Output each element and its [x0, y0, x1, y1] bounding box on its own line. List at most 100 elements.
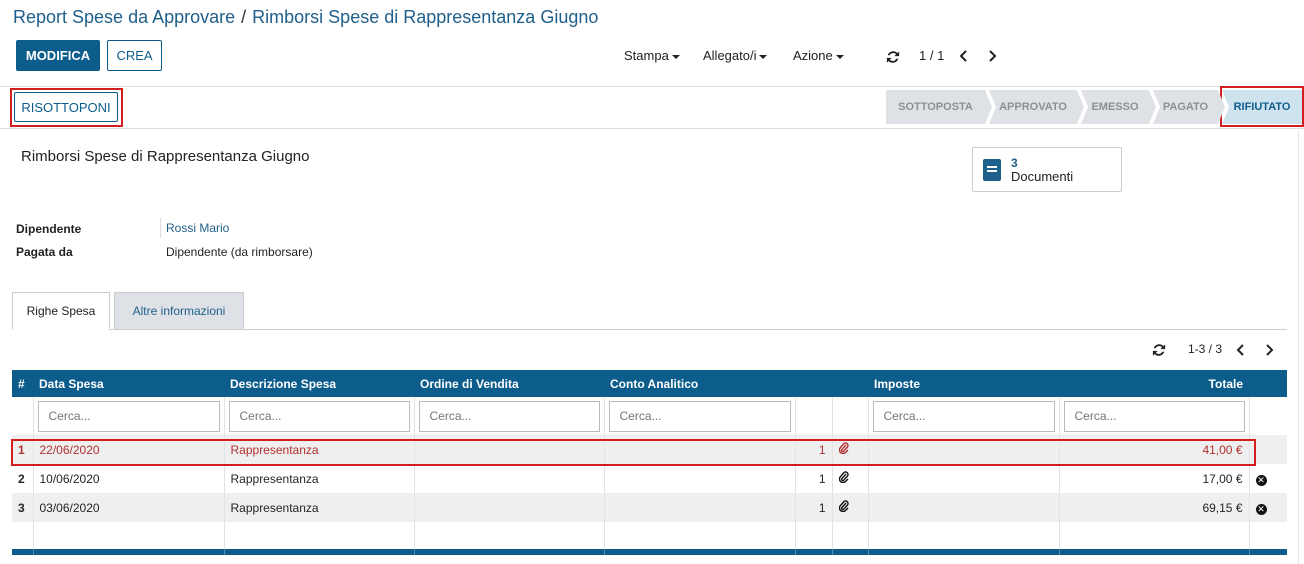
record-pager-value[interactable]: 1 / 1: [919, 48, 944, 63]
row-index: 2: [12, 464, 33, 493]
documents-smart-button[interactable]: 3 Documenti: [972, 147, 1122, 192]
table-row[interactable]: 2 10/06/2020 Rappresentanza 1 17,00 € ✕: [12, 464, 1287, 493]
stage-emesso[interactable]: EMESSO: [1081, 90, 1156, 124]
filter-cell: [223, 397, 414, 435]
row-sale-order[interactable]: [413, 435, 604, 464]
row-date[interactable]: 22/06/2020: [32, 435, 224, 464]
filter-analytic-input[interactable]: [608, 400, 791, 432]
filter-description-input[interactable]: [228, 400, 410, 432]
footer-cell: [413, 549, 604, 555]
row-actions: ✕: [1248, 493, 1287, 522]
breadcrumb-parent-link[interactable]: Report Spese da Approvare: [13, 7, 235, 27]
column-header-description[interactable]: Descrizione Spesa: [224, 370, 414, 397]
footer-cell: [1248, 549, 1287, 555]
row-attachments-count: 1: [794, 435, 832, 464]
row-date[interactable]: 10/06/2020: [32, 464, 224, 493]
row-date[interactable]: 03/06/2020: [32, 493, 224, 522]
footer-cell: [223, 549, 414, 555]
documents-count: 3: [1011, 155, 1018, 170]
paperclip-icon[interactable]: [838, 471, 849, 486]
filter-date-input[interactable]: [37, 400, 220, 432]
row-taxes[interactable]: [867, 435, 1059, 464]
action-dropdown[interactable]: Azione: [793, 48, 844, 63]
row-total[interactable]: 17,00 €: [1058, 464, 1249, 493]
row-description[interactable]: Rappresentanza: [223, 464, 414, 493]
column-header-taxes[interactable]: Imposte: [868, 370, 1059, 397]
row-total[interactable]: 69,15 €: [1058, 493, 1249, 522]
footer-cell: [831, 549, 868, 555]
column-header-attachments-count: [795, 370, 832, 397]
refresh-icon[interactable]: [1150, 342, 1168, 358]
row-description[interactable]: Rappresentanza: [223, 435, 414, 464]
stage-pagato[interactable]: PAGATO: [1153, 90, 1225, 124]
empty-cell: [1058, 522, 1249, 549]
chevron-left-icon[interactable]: [1233, 342, 1247, 358]
print-dropdown[interactable]: Stampa: [624, 48, 680, 63]
tab-righe-spesa[interactable]: Righe Spesa: [12, 292, 110, 330]
row-actions: [1248, 435, 1287, 464]
delete-row-icon[interactable]: ✕: [1255, 503, 1267, 515]
footer-cell: [794, 549, 832, 555]
resubmit-button[interactable]: RISOTTOPONI: [14, 92, 118, 122]
table-row[interactable]: 1 22/06/2020 Rappresentanza 1 41,00 €: [12, 435, 1287, 464]
filter-cell: [32, 397, 224, 435]
attachment-dropdown[interactable]: Allegato/i: [703, 48, 768, 63]
stage-rifiutato[interactable]: RIFIUTATO: [1222, 90, 1302, 124]
footer-cell: [32, 549, 224, 555]
empty-row: [12, 522, 1287, 549]
row-attachments-count: 1: [794, 493, 832, 522]
footer-cell: [1058, 549, 1249, 555]
column-header-analytic[interactable]: Conto Analitico: [604, 370, 795, 397]
refresh-icon[interactable]: [884, 48, 902, 66]
empty-cell: [603, 522, 795, 549]
chevron-right-icon[interactable]: [986, 47, 1000, 65]
row-attachment-cell[interactable]: [831, 493, 868, 522]
table-footer-row: [12, 549, 1287, 555]
paperclip-icon[interactable]: [838, 500, 849, 515]
delete-row-icon[interactable]: ✕: [1255, 474, 1267, 486]
stage-sottoposta[interactable]: SOTTOPOSTA: [886, 90, 992, 124]
row-taxes[interactable]: [867, 464, 1059, 493]
filter-total-input[interactable]: [1063, 400, 1245, 432]
footer-cell: [603, 549, 795, 555]
column-header-index: #: [12, 370, 33, 397]
row-description[interactable]: Rappresentanza: [223, 493, 414, 522]
action-dropdown-label: Azione: [793, 48, 833, 63]
row-sale-order[interactable]: [413, 493, 604, 522]
paperclip-icon[interactable]: [838, 442, 849, 457]
row-index: 1: [12, 435, 33, 464]
filter-sale-order-input[interactable]: [418, 400, 600, 432]
attachment-dropdown-label: Allegato/i: [703, 48, 757, 63]
print-dropdown-label: Stampa: [624, 48, 669, 63]
row-analytic[interactable]: [603, 493, 795, 522]
stage-approvato[interactable]: APPROVATO: [989, 90, 1084, 124]
caret-down-icon: [759, 54, 768, 59]
book-icon: [983, 158, 1001, 181]
row-total[interactable]: 41,00 €: [1058, 435, 1249, 464]
filter-cell: [12, 397, 33, 435]
row-sale-order[interactable]: [413, 464, 604, 493]
row-analytic[interactable]: [603, 435, 795, 464]
tab-altre-informazioni[interactable]: Altre informazioni: [114, 292, 244, 330]
column-header-total[interactable]: Totale: [1059, 370, 1249, 397]
row-index: 3: [12, 493, 33, 522]
column-header-sale-order[interactable]: Ordine di Vendita: [414, 370, 604, 397]
row-attachment-cell[interactable]: [831, 464, 868, 493]
lines-pager-value[interactable]: 1-3 / 3: [1188, 342, 1222, 356]
column-header-date[interactable]: Data Spesa: [33, 370, 224, 397]
row-analytic[interactable]: [603, 464, 795, 493]
edit-button[interactable]: MODIFICA: [16, 40, 100, 71]
table-row[interactable]: 3 03/06/2020 Rappresentanza 1 69,15 € ✕: [12, 493, 1287, 522]
create-button[interactable]: CREA: [107, 40, 162, 71]
empty-cell: [32, 522, 224, 549]
row-taxes[interactable]: [867, 493, 1059, 522]
row-attachment-cell[interactable]: [831, 435, 868, 464]
scrollbar-track[interactable]: [1298, 130, 1299, 564]
employee-field-value[interactable]: Rossi Mario: [166, 221, 229, 235]
filter-cell: [831, 397, 868, 435]
filter-taxes-input[interactable]: [872, 400, 1055, 432]
chevron-right-icon[interactable]: [1263, 342, 1277, 358]
chevron-left-icon[interactable]: [956, 47, 970, 65]
empty-cell: [831, 522, 868, 549]
empty-cell: [867, 522, 1059, 549]
